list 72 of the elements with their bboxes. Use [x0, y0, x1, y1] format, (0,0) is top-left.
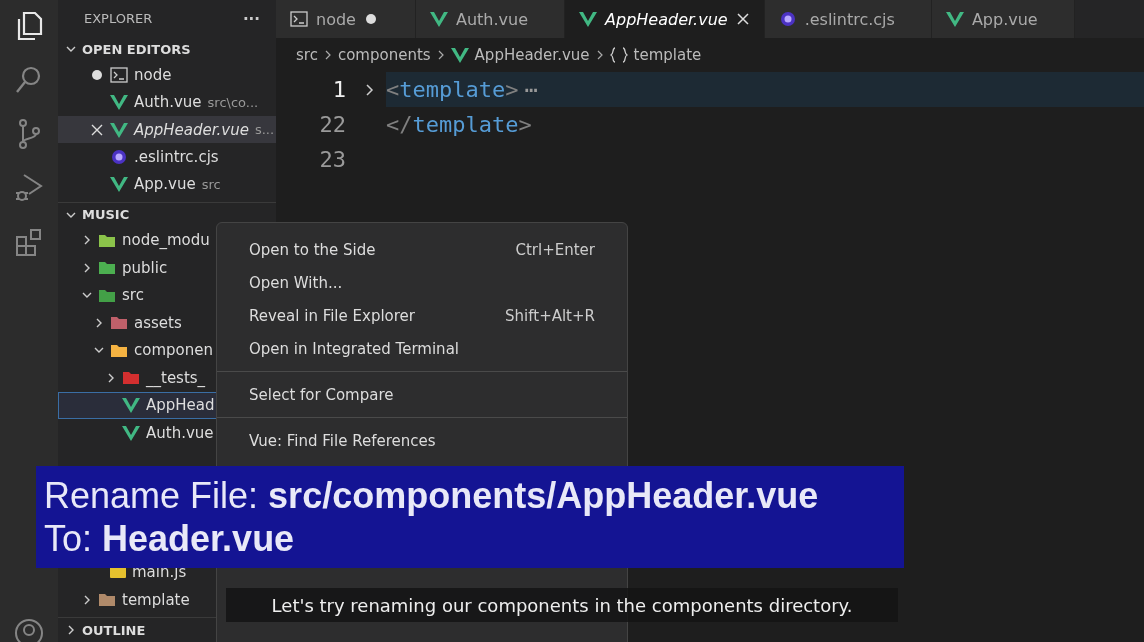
open-editor-item[interactable]: .eslintrc.cjs	[58, 143, 276, 171]
tree-item[interactable]: assets	[58, 309, 218, 337]
vue-file-icon	[450, 47, 469, 63]
editor-tab[interactable]: App.vue	[931, 0, 1075, 38]
chevron-icon	[106, 372, 116, 383]
unsaved-dot-icon	[365, 14, 376, 24]
chevron-icon	[82, 262, 92, 273]
chevron-icon	[595, 50, 604, 60]
line-number: 1	[331, 76, 347, 104]
menu-item[interactable]: Select for Compare	[217, 378, 627, 411]
vue-file-icon	[945, 11, 964, 27]
menu-item[interactable]: Vue: Find File References	[217, 424, 627, 457]
breadcrumb[interactable]: AppHeader.vue	[450, 46, 590, 64]
open-editor-item[interactable]: node	[58, 60, 276, 89]
open-editor-item[interactable]: Auth.vue src\co...	[58, 88, 276, 116]
tree-item[interactable]: public	[58, 254, 218, 282]
eslint-file-icon	[110, 148, 128, 165]
tree-item[interactable]: __tests_	[58, 364, 218, 392]
section-header[interactable]: OPEN EDITORS	[58, 37, 276, 61]
extensions-icon[interactable]	[14, 226, 44, 258]
breadcrumb[interactable]: src	[296, 46, 318, 64]
vue-file-icon	[430, 11, 448, 27]
chevron-icon	[323, 50, 332, 60]
vue-file-icon	[110, 176, 128, 193]
menu-item[interactable]: Open to the Side Ctrl+Enter	[217, 233, 627, 266]
code-line: </template>	[386, 112, 532, 137]
open-editor-item[interactable]: AppHeader.vue s...	[58, 115, 276, 144]
editor-tab[interactable]: Auth.vue	[416, 0, 566, 38]
run-debug-icon[interactable]	[14, 172, 44, 204]
chevron-icon	[82, 235, 92, 246]
line-number: 23	[318, 146, 347, 174]
panel-title: EXPLORER	[84, 11, 153, 27]
editor-tab[interactable]: node	[276, 0, 416, 38]
editor-tab[interactable]: .eslintrc.cjs	[764, 0, 932, 38]
vue-file-icon	[110, 121, 128, 138]
menu-item[interactable]: Open With...	[217, 266, 627, 299]
tree-item[interactable]: Auth.vue	[58, 419, 218, 447]
tree-item[interactable]: AppHead	[58, 391, 218, 419]
menu-item[interactable]: Open in Integrated Terminal	[217, 332, 627, 365]
editor-tab[interactable]: AppHeader.vue	[565, 0, 765, 38]
menu-item[interactable]: Reveal in File Explorer Shift+Alt+R	[217, 299, 627, 332]
braces-icon	[609, 47, 628, 63]
close-icon[interactable]	[736, 13, 749, 25]
terminal-icon	[290, 11, 308, 27]
terminal-icon	[110, 66, 128, 83]
tree-item[interactable]: template	[58, 585, 218, 614]
caption-text: To: Header.vue	[44, 517, 296, 560]
vue-file-icon	[579, 11, 598, 27]
close-icon[interactable]	[91, 123, 103, 136]
fold-chevron-icon[interactable]	[365, 82, 375, 97]
eslint-file-icon	[778, 11, 797, 27]
chevron-icon	[82, 594, 92, 605]
chevron-icon	[94, 317, 104, 328]
open-editor-item[interactable]: App.vue src	[58, 170, 276, 199]
chevron-icon	[436, 50, 445, 60]
tree-item[interactable]: src	[58, 281, 218, 310]
more-actions-button[interactable]: ···	[242, 9, 260, 28]
code-line: <template>	[386, 77, 519, 102]
account-icon[interactable]	[14, 618, 44, 642]
chevron-icon	[66, 625, 76, 636]
unsaved-dot-icon	[92, 69, 102, 80]
folded-ellipsis[interactable]: ⋯	[524, 77, 538, 102]
caption-text: Rename File: src/components/AppHeader.vue	[44, 474, 820, 517]
subtitle: Let's try renaming our components in the components directory.	[226, 588, 898, 622]
vue-file-icon	[110, 94, 128, 111]
line-number: 22	[318, 111, 347, 139]
breadcrumb[interactable]: components	[337, 46, 431, 64]
tree-item[interactable]: componen	[58, 336, 218, 365]
breadcrumb[interactable]: template	[609, 46, 702, 64]
vue-file-icon	[122, 397, 140, 414]
tree-item[interactable]: node_modu	[58, 226, 218, 255]
vue-file-icon	[122, 424, 140, 441]
